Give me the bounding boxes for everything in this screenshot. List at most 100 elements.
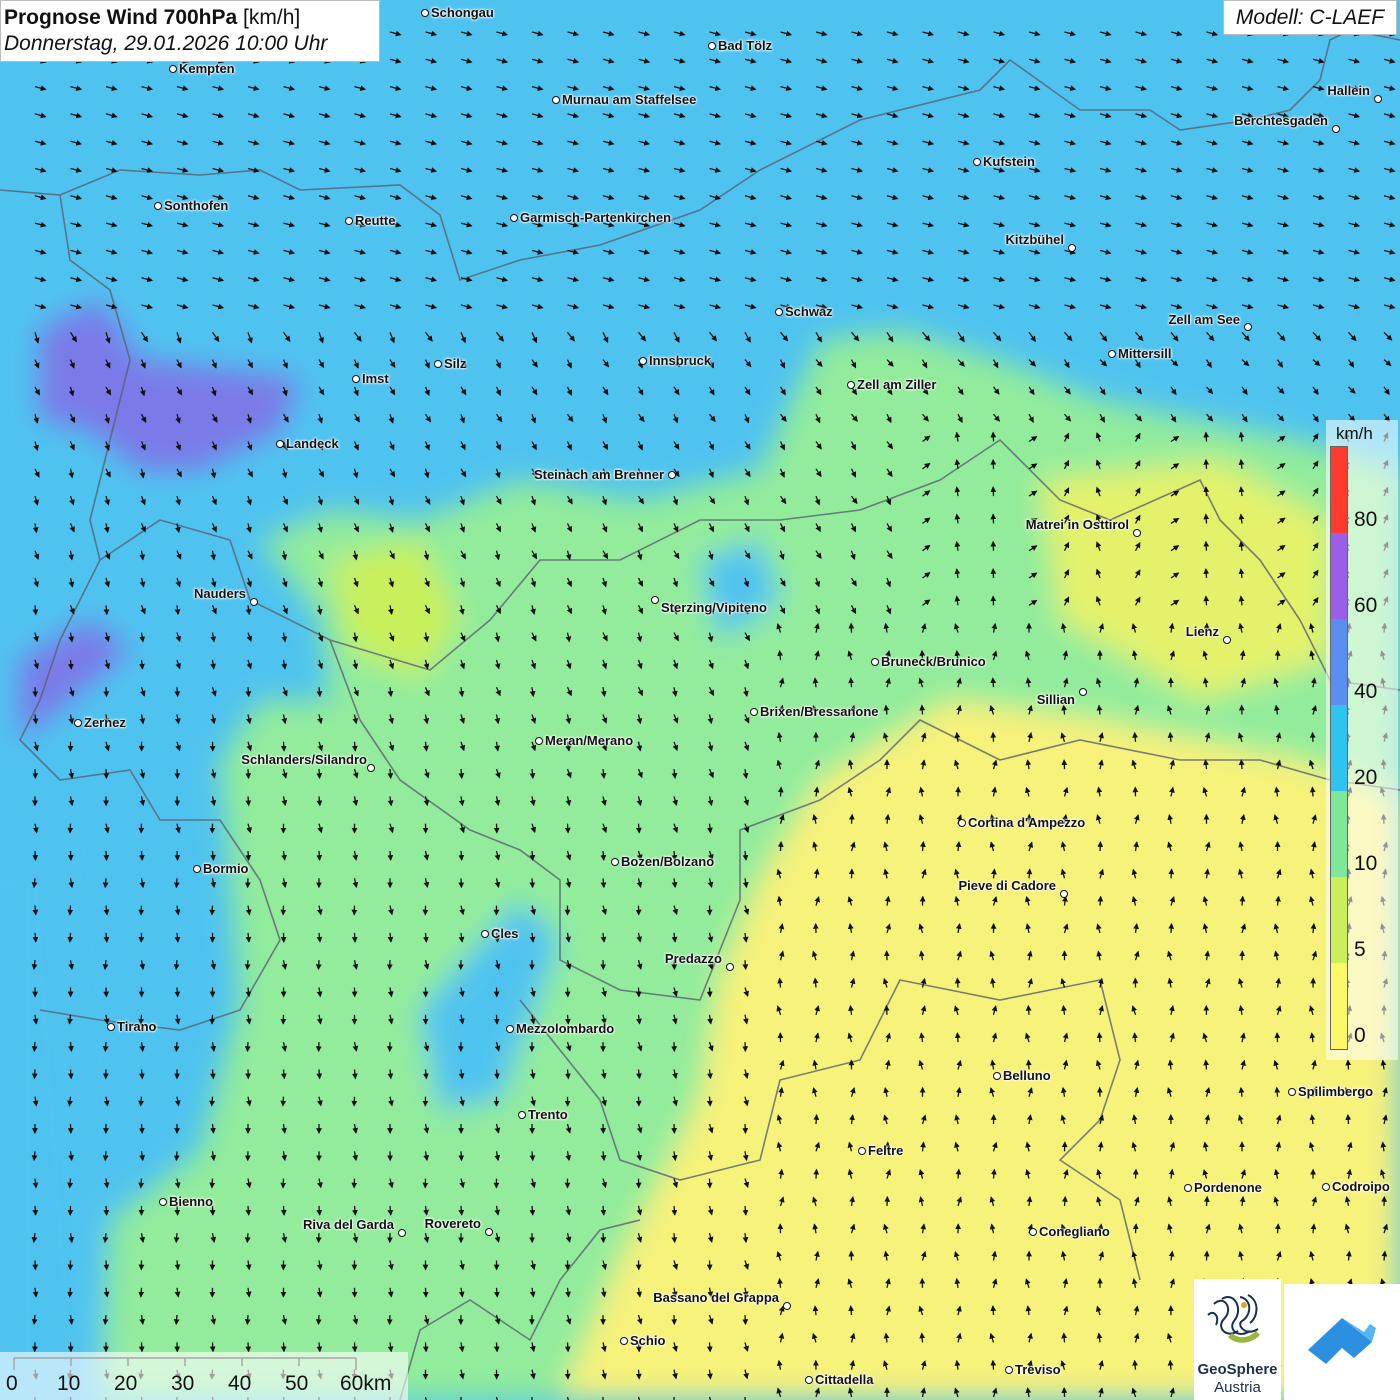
legend-tick: 20 [1354,766,1378,789]
city-dot-icon [775,308,783,316]
city-dot-icon [1029,1228,1037,1236]
wind-arrow-icon [103,850,110,861]
wind-arrow-icon [67,823,74,834]
city-label: Sillian [1036,692,1075,707]
city-dot-icon [726,963,734,971]
wind-arrow-icon [280,1096,287,1107]
wind-arrow-icon [351,932,358,943]
map-title-box: Prognose Wind 700hPa [km/h] Donnerstag, … [0,0,380,62]
wind-arrow-icon [848,677,855,688]
wind-arrow-icon [1203,486,1210,497]
wind-arrow-icon [174,769,181,780]
wind-arrow-icon [422,1287,429,1298]
city-dot-icon [858,1147,866,1155]
wind-arrow-icon [635,1096,642,1107]
wind-arrow-icon [173,1233,180,1244]
city-dot-icon [750,708,758,716]
city-dot-icon [367,764,375,772]
city-label: Murnau am Staffelsee [562,92,697,107]
city-dot-icon [1288,1088,1296,1096]
wind-arrow-icon [67,932,74,943]
wind-arrow-icon [1345,1059,1352,1070]
city-label: Cittadella [815,1372,874,1387]
geosphere-logo-icon [1207,1294,1260,1343]
wind-arrow-icon [848,813,855,824]
wind-arrow-icon [990,1359,997,1370]
wind-arrow-icon [316,687,323,698]
wind-arrow-icon [67,1287,74,1298]
city-label: Cles [491,926,519,941]
geosphere-logo[interactable]: GeoSphere Austria [1194,1279,1281,1400]
wind-arrow-icon [458,850,465,861]
wind-arrow-icon [103,1260,110,1271]
city-dot-icon [847,381,855,389]
wind-arrow-icon [777,786,784,797]
city-label: Silz [444,356,467,371]
wind-arrow-icon [244,1315,251,1326]
wind-arrow-icon [777,649,783,660]
wind-arrow-icon [138,905,145,916]
warning-app-icon [1308,1318,1376,1364]
wind-arrow-icon [315,1233,322,1244]
city-dot-icon [1060,890,1068,898]
wind-arrow-icon [315,960,322,971]
wind-arrow-icon [173,878,180,889]
city-label: Kitzbühel [1005,232,1065,247]
wind-arrow-icon [1203,568,1210,579]
wind-arrow-icon [1061,1332,1068,1343]
wind-arrow-icon [102,1315,109,1326]
city-dot-icon [434,360,442,368]
city-label: Bienno [169,1194,214,1209]
wind-arrow-icon [138,1096,144,1107]
wind-arrow-icon [494,1069,500,1080]
city-dot-icon [651,596,659,604]
wind-arrow-icon [742,1205,749,1216]
scale-label: 30 [171,1372,195,1395]
city-label: Matrei in Osttirol [1025,517,1129,532]
wind-arrow-icon [1203,1059,1210,1070]
wind-arrow-icon [387,769,394,780]
city-dot-icon [1079,688,1087,696]
city-dot-icon [805,1376,813,1384]
city-label: Landeck [286,436,339,451]
wind-arrow-icon [67,905,74,916]
wind-arrow-icon [564,823,571,834]
wind-arrow-icon [173,1315,180,1326]
wind-arrow-icon [742,1315,749,1326]
agency-name: GeoSphere [1197,1361,1278,1378]
legend-unit: km/h [1336,424,1373,443]
wind-arrow-icon [387,850,394,861]
wind-arrow-icon [209,1096,216,1107]
city-label: Schlanders/Silandro [241,752,367,767]
wind-arrow-icon [777,841,784,852]
city-label: Sterzing/Vipiteno [661,600,767,615]
wind-arrow-icon [1025,1004,1032,1015]
city-dot-icon [1223,636,1231,644]
city-label: Pieve di Cadore [958,878,1056,893]
city-dot-icon [345,217,353,225]
wind-arrow-icon [280,1205,287,1216]
city-label: Imst [362,371,389,386]
wind-arrow-icon [138,1287,145,1298]
wind-arrow-icon [990,677,997,688]
city-label: Garmisch-Partenkirchen [520,210,672,225]
wind-arrow-icon [1381,1250,1388,1261]
city-dot-icon [276,440,284,448]
wind-arrow-icon [742,1123,749,1134]
wind-arrow-icon [671,1233,678,1244]
wind-arrow-icon [174,987,181,998]
city-label: Zell am See [1168,312,1240,327]
wind-arrow-icon [209,1069,216,1080]
wind-arrow-icon [423,1069,429,1080]
wind-arrow-icon [67,1178,74,1189]
city-label: Schongau [431,5,494,20]
wind-arrow-icon [316,850,323,861]
city-label: Bruneck/Brunico [881,654,986,669]
city-label: Schwaz [785,304,833,319]
city-dot-icon [1068,244,1076,252]
wind-arrow-icon [316,769,323,780]
wind-arrow-icon [209,905,216,916]
wind-arrow-icon [316,796,323,807]
warning-app-logo[interactable] [1284,1284,1400,1400]
wind-arrow-icon [387,1205,394,1216]
